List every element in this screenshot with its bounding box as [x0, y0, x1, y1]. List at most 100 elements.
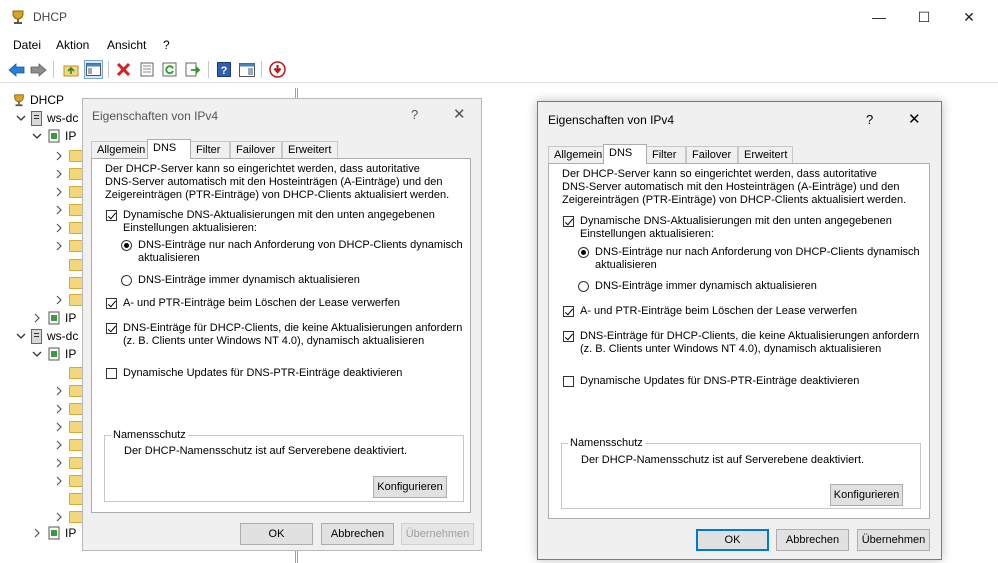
tab-filter[interactable]: Filter: [190, 141, 230, 158]
configure-button[interactable]: Konfigurieren: [830, 484, 903, 506]
menu-ansicht[interactable]: Ansicht: [107, 38, 146, 52]
minimize-button[interactable]: —: [856, 4, 902, 30]
disable-ptr-label: Dynamische Updates für DNS-PTR-Einträge …: [123, 367, 403, 379]
help-icon[interactable]: ?: [214, 60, 233, 79]
tree-root[interactable]: DHCP: [12, 91, 64, 109]
refresh-icon[interactable]: [160, 60, 179, 79]
legacy-clients-checkbox[interactable]: [106, 323, 117, 334]
chevron-down-icon[interactable]: [14, 111, 28, 125]
console-tree-icon[interactable]: [84, 60, 103, 79]
window-title: DHCP: [33, 10, 68, 24]
ip-scope-icon: [47, 129, 61, 143]
tree-item-ipv6[interactable]: IP: [30, 524, 76, 542]
chevron-right-icon[interactable]: [52, 438, 66, 452]
disable-ptr-checkbox[interactable]: [106, 368, 117, 379]
chevron-right-icon[interactable]: [52, 510, 66, 524]
ip-scope-icon: [47, 311, 61, 325]
chevron-right-icon[interactable]: [52, 384, 66, 398]
radio-always[interactable]: [121, 275, 132, 286]
chevron-right-icon[interactable]: [52, 239, 66, 253]
tab-filter[interactable]: Filter: [646, 146, 686, 163]
folder-up-icon[interactable]: [61, 60, 80, 79]
dialog-close-button[interactable]: ✕: [908, 110, 921, 128]
chevron-right-icon[interactable]: [52, 474, 66, 488]
chevron-right-icon[interactable]: [30, 526, 44, 540]
chevron-right-icon[interactable]: [52, 420, 66, 434]
radio-on-request-label: aktualisieren: [595, 259, 657, 271]
forward-arrow-icon[interactable]: [29, 60, 48, 79]
dialog-help-button[interactable]: ?: [866, 112, 873, 127]
radio-always-label: DNS-Einträge immer dynamisch aktualisier…: [138, 274, 360, 286]
dhcp-root-icon: [12, 93, 26, 107]
chevron-right-icon[interactable]: [30, 311, 44, 325]
menu-aktion[interactable]: Aktion: [56, 38, 89, 52]
tab-dns[interactable]: DNS: [603, 144, 647, 164]
intro-text-line: Der DHCP-Server kann so eingerichtet wer…: [562, 168, 877, 180]
cancel-button[interactable]: Abbrechen: [776, 529, 849, 551]
discard-on-delete-label: A- und PTR-Einträge beim Löschen der Lea…: [123, 297, 400, 309]
server-icon: [31, 110, 42, 126]
tab-dns[interactable]: DNS: [147, 139, 191, 159]
name-protection-text: Der DHCP-Namensschutz ist auf Servereben…: [581, 454, 865, 466]
show-hide-icon[interactable]: [237, 60, 256, 79]
disable-ptr-checkbox[interactable]: [563, 376, 574, 387]
dialog-close-button[interactable]: ✕: [453, 105, 466, 123]
dialog-help-button[interactable]: ?: [411, 107, 418, 122]
chevron-right-icon[interactable]: [52, 402, 66, 416]
properties-icon[interactable]: [137, 60, 156, 79]
name-protection-label: Namensschutz: [568, 437, 645, 450]
tree-item-ipv4[interactable]: IP: [30, 345, 76, 363]
tree-item-server[interactable]: ws-dc: [14, 109, 78, 127]
menu-help[interactable]: ?: [163, 38, 170, 52]
discard-on-delete-checkbox[interactable]: [563, 306, 574, 317]
chevron-right-icon[interactable]: [52, 203, 66, 217]
chevron-right-icon[interactable]: [52, 149, 66, 163]
chevron-right-icon[interactable]: [52, 456, 66, 470]
configure-button[interactable]: Konfigurieren: [373, 476, 447, 498]
menu-datei[interactable]: Datei: [13, 38, 41, 52]
chevron-down-icon[interactable]: [30, 347, 44, 361]
intro-text-line: Zeigereinträgen (PTR-Einträge) von DHCP-…: [562, 194, 907, 206]
ip-scope-icon: [47, 526, 61, 540]
radio-on-request[interactable]: [121, 240, 132, 251]
back-arrow-icon[interactable]: [7, 60, 26, 79]
chevron-right-icon[interactable]: [52, 221, 66, 235]
radio-always[interactable]: [578, 281, 589, 292]
radio-on-request[interactable]: [578, 247, 589, 258]
export-list-icon[interactable]: [183, 60, 202, 79]
tab-allgemein[interactable]: Allgemein: [91, 141, 148, 158]
maximize-button[interactable]: ☐: [901, 4, 947, 30]
delete-icon[interactable]: [114, 60, 133, 79]
tree-item-ipv6[interactable]: IP: [30, 309, 76, 327]
stop-icon[interactable]: [268, 60, 287, 79]
dyn-updates-checkbox[interactable]: [106, 210, 117, 221]
chevron-down-icon[interactable]: [30, 129, 44, 143]
discard-on-delete-checkbox[interactable]: [106, 298, 117, 309]
dhcp-app-icon: [10, 9, 26, 25]
name-protection-group: Namensschutz Der DHCP-Namensschutz ist a…: [561, 437, 921, 509]
tab-strip: Allgemein DNS Filter Failover Erweitert: [548, 144, 930, 164]
chevron-down-icon[interactable]: [14, 329, 28, 343]
cancel-button[interactable]: Abbrechen: [321, 523, 394, 545]
tab-allgemein[interactable]: Allgemein: [548, 146, 604, 163]
legacy-clients-checkbox[interactable]: [563, 331, 574, 342]
tab-erweitert[interactable]: Erweitert: [282, 141, 338, 158]
close-window-button[interactable]: ✕: [946, 4, 992, 30]
apply-button[interactable]: Übernehmen: [857, 529, 930, 551]
chevron-right-icon[interactable]: [52, 293, 66, 307]
dyn-updates-checkbox[interactable]: [563, 216, 574, 227]
ok-button[interactable]: OK: [240, 523, 313, 545]
ok-button[interactable]: OK: [696, 529, 769, 551]
tree-item-server[interactable]: ws-dc: [14, 327, 78, 345]
apply-button[interactable]: Übernehmen: [401, 523, 474, 545]
tab-erweitert[interactable]: Erweitert: [738, 146, 793, 163]
tab-failover[interactable]: Failover: [686, 146, 738, 163]
tree-item-ipv4[interactable]: IP: [30, 127, 76, 145]
tab-failover[interactable]: Failover: [230, 141, 282, 158]
server-icon: [31, 328, 42, 344]
chevron-right-icon[interactable]: [52, 185, 66, 199]
radio-on-request-label: DNS-Einträge nur nach Anforderung von DH…: [595, 246, 920, 258]
tree-item-label: ws-dc: [47, 111, 79, 125]
chevron-right-icon[interactable]: [52, 167, 66, 181]
tree-item-label: IP: [65, 311, 77, 325]
